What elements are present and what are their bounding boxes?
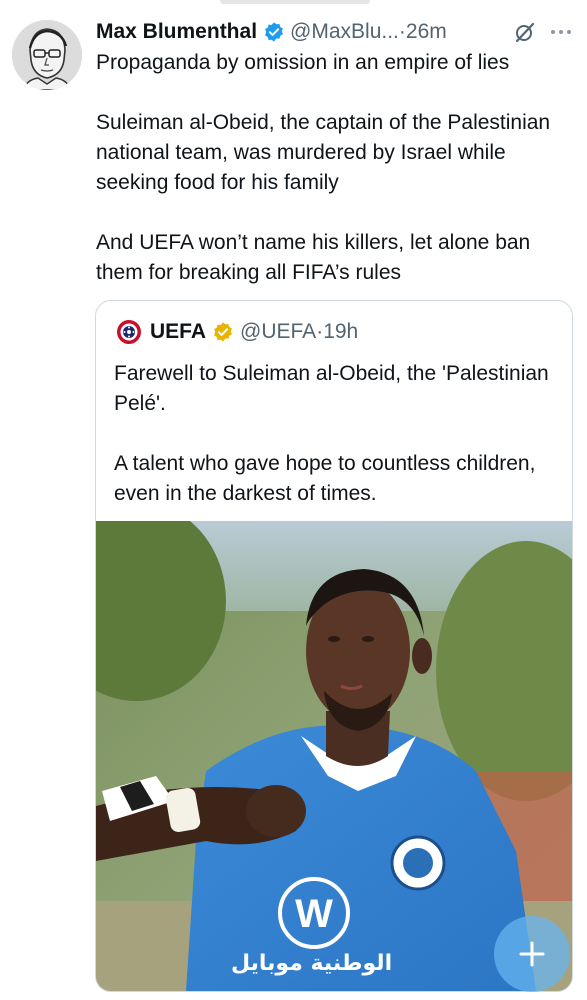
quoted-tweet-time[interactable]: 19h [323, 320, 358, 344]
compose-plus-icon [519, 941, 545, 967]
verified-badge-icon [265, 22, 283, 42]
quoted-tweet-photo[interactable]: W الوطنية موبايل [96, 501, 572, 991]
author-handle[interactable]: @MaxBlu... [290, 20, 399, 44]
quoted-paragraph: Farewell to Suleiman al-Obeid, the 'Pale… [114, 362, 549, 415]
grok-icon[interactable] [513, 20, 537, 44]
tweet-header: Max Blumenthal @MaxBlu... · 26m [96, 14, 579, 50]
quoted-author-handle[interactable]: @UEFA [240, 320, 316, 344]
uefa-logo-icon [117, 320, 141, 344]
tweet-paragraph: And UEFA won’t name his killers, let alo… [96, 231, 531, 284]
compose-button[interactable] [494, 916, 570, 992]
tweet-text: Propaganda by omission in an empire of l… [96, 48, 576, 318]
more-options-icon[interactable] [549, 20, 573, 44]
separator-dot: · [398, 20, 406, 43]
author-name[interactable]: Max Blumenthal [96, 20, 257, 44]
jersey-sponsor-text: الوطنية موبايل [231, 951, 393, 976]
quoted-tweet-text: Farewell to Suleiman al-Obeid, the 'Pale… [114, 359, 554, 539]
quoted-paragraph: A talent who gave hope to countless chil… [114, 452, 536, 505]
separator-dot: · [316, 320, 324, 343]
gold-verified-badge-icon [214, 322, 232, 342]
sponsor-logo-mark: W [295, 892, 333, 936]
player-photo: W [96, 501, 572, 991]
quoted-author-name[interactable]: UEFA [150, 320, 206, 344]
tweet-paragraph: Suleiman al-Obeid, the captain of the Pa… [96, 111, 551, 194]
tweet-paragraph: Propaganda by omission in an empire of l… [96, 51, 510, 74]
avatar[interactable] [12, 20, 82, 90]
quoted-tweet-header: UEFA @UEFA · 19h [116, 319, 358, 345]
tweet-time[interactable]: 26m [406, 20, 447, 44]
avatar-sketch [12, 20, 82, 90]
top-grabber [220, 0, 370, 4]
header-actions [513, 20, 573, 44]
quoted-tweet-card[interactable]: UEFA @UEFA · 19h Farewell to Suleiman al… [95, 300, 573, 992]
